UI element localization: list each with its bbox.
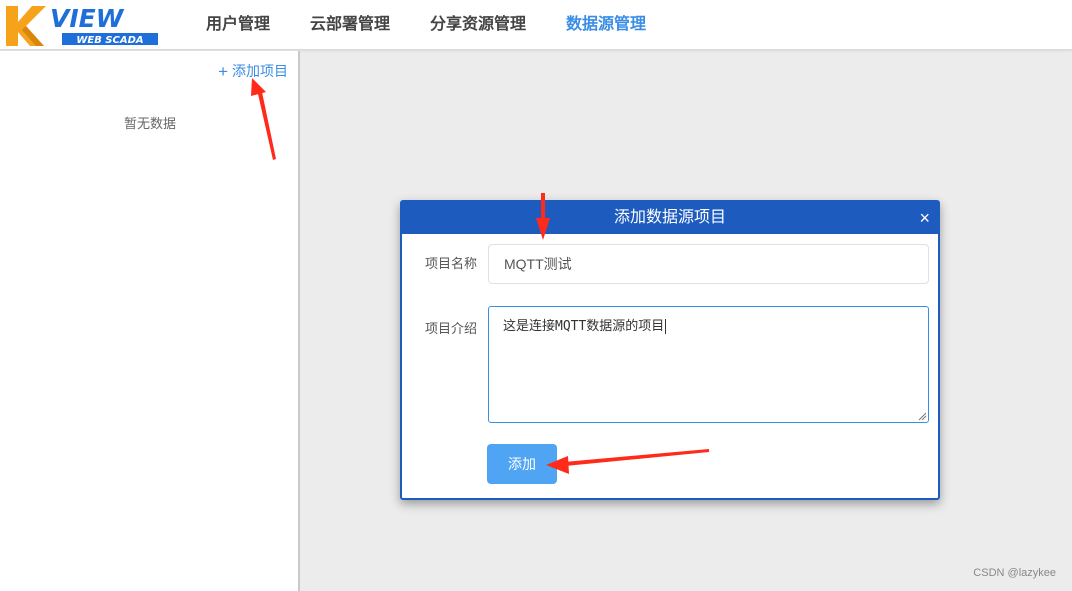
project-description-label: 项目介绍	[424, 321, 477, 336]
watermark: CSDN @lazykee	[973, 567, 1056, 579]
close-icon[interactable]: ×	[919, 202, 930, 234]
add-project-button[interactable]: + 添加项目	[218, 61, 288, 82]
project-name-label: 项目名称	[424, 256, 477, 271]
project-name-row: 项目名称 MQTT测试	[402, 244, 929, 284]
project-description-text: 这是连接MQTT数据源的项目	[503, 319, 665, 334]
add-project-label: 添加项目	[232, 63, 288, 79]
add-datasource-dialog: 添加数据源项目 × 项目名称 MQTT测试 项目介绍 这是连接MQTT数据源的项…	[400, 200, 940, 500]
nav-item-data-sources[interactable]: 数据源管理	[546, 0, 666, 50]
svg-text:VIEW: VIEW	[50, 4, 125, 33]
top-header: VIEW WEB SCADA 用户管理 云部署管理 分享资源管理 数据源管理	[0, 0, 1072, 50]
nav-item-shared-resources[interactable]: 分享资源管理	[410, 0, 546, 50]
project-sidebar: + 添加项目 暂无数据	[0, 51, 300, 591]
kview-logo[interactable]: VIEW WEB SCADA	[4, 2, 160, 48]
plus-icon: +	[218, 62, 228, 81]
dialog-title: 添加数据源项目	[613, 209, 726, 226]
dialog-header: 添加数据源项目 ×	[402, 202, 938, 234]
main-nav: 用户管理 云部署管理 分享资源管理 数据源管理	[186, 0, 666, 50]
nav-item-user-management[interactable]: 用户管理	[186, 0, 290, 50]
text-cursor	[665, 319, 667, 334]
resize-handle-icon[interactable]	[917, 411, 927, 421]
project-description-textarea[interactable]: 这是连接MQTT数据源的项目	[488, 306, 929, 423]
empty-state-text: 暂无数据	[123, 116, 176, 131]
submit-add-button[interactable]: 添加	[487, 444, 557, 484]
project-name-input[interactable]: MQTT测试	[488, 244, 929, 284]
project-description-row: 项目介绍 这是连接MQTT数据源的项目	[402, 306, 929, 423]
svg-text:WEB SCADA: WEB SCADA	[76, 35, 143, 46]
nav-item-cloud-deployment[interactable]: 云部署管理	[290, 0, 410, 50]
